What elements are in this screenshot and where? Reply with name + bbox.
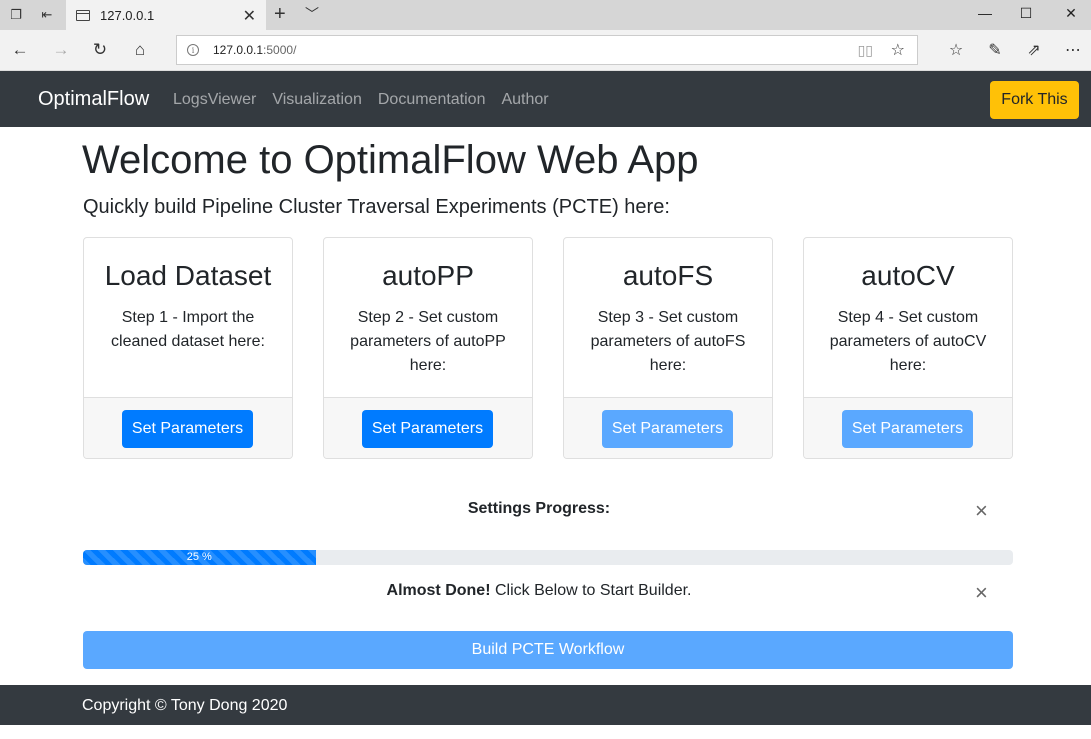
card-footer: Set Parameters <box>324 397 532 458</box>
home-icon[interactable]: ⌂ <box>129 39 151 61</box>
card-text: Step 4 - Set custom parameters of autoCV… <box>829 309 987 374</box>
card-title: Load Dataset <box>104 260 272 291</box>
settings-progress-bar: 25 % <box>83 550 1013 565</box>
card-text: Step 2 - Set custom parameters of autoPP… <box>350 309 506 374</box>
browser-tab[interactable]: 127.0.0.1 ✕ <box>66 0 266 30</box>
nav-links: LogsViewer Visualization Documentation A… <box>173 91 565 109</box>
page-title: Welcome to OptimalFlow Web App <box>82 138 699 182</box>
card-text: Step 3 - Set custom parameters of autoFS… <box>590 309 746 374</box>
fork-this-button[interactable]: Fork This <box>990 81 1079 119</box>
app-navbar: OptimalFlow LogsViewer Visualization Doc… <box>0 71 1091 127</box>
card-footer: Set Parameters <box>804 397 1012 458</box>
card-load-dataset: Load Dataset Step 1 - Import the cleaned… <box>83 237 293 459</box>
address-bar[interactable]: i 127.0.0.1:5000/ ▯▯ ☆ <box>176 35 918 65</box>
forward-icon[interactable]: → <box>50 39 72 61</box>
card-title: autoFS <box>622 260 714 291</box>
url-text[interactable]: 127.0.0.1:5000/ <box>213 43 296 57</box>
close-tab-icon[interactable]: ✕ <box>243 6 256 26</box>
card-title: autoCV <box>861 260 955 291</box>
set-parameters-button-autofs[interactable]: Set Parameters <box>602 410 733 448</box>
browser-tab-bar: ❐ ⇤ 127.0.0.1 ✕ + ﹀ — ☐ ✕ <box>0 0 1091 30</box>
card-text: Step 1 - Import the cleaned dataset here… <box>111 309 265 350</box>
share-icon[interactable]: ⇗ <box>1023 39 1045 61</box>
set-parameters-button-autopp[interactable]: Set Parameters <box>362 410 493 448</box>
url-host: 127.0.0.1 <box>213 43 264 57</box>
build-pcte-workflow-button[interactable]: Build PCTE Workflow <box>83 631 1013 669</box>
brand-logo-text[interactable]: OptimalFlow <box>38 88 149 111</box>
more-options-icon[interactable]: ⋯ <box>1062 39 1084 61</box>
favorites-list-icon[interactable]: ☆ <box>945 39 967 61</box>
tab-title: 127.0.0.1 <box>100 7 155 23</box>
nav-link-logsviewer[interactable]: LogsViewer <box>173 91 256 109</box>
favorite-star-icon[interactable]: ☆ <box>891 40 905 60</box>
refresh-icon[interactable]: ↻ <box>89 39 111 61</box>
close-alert-icon[interactable]: × <box>975 582 988 604</box>
card-autofs: autoFS Step 3 - Set custom parameters of… <box>563 237 773 459</box>
page-icon <box>76 9 90 21</box>
address-toolbar: ← → ↻ ⌂ i 127.0.0.1:5000/ ▯▯ ☆ ☆ ✎ ⇗ ⋯ <box>0 30 1091 71</box>
progress-fill: 25 % <box>83 550 316 565</box>
alert-text: Click Below to Start Builder. <box>490 582 692 599</box>
tab-actions-icon[interactable]: ❐ <box>6 5 26 25</box>
tab-preview-chevron-icon[interactable]: ﹀ <box>305 4 319 24</box>
settings-progress-label: Settings Progress: <box>467 500 611 517</box>
back-icon[interactable]: ← <box>9 39 31 61</box>
minimize-icon[interactable]: — <box>975 5 995 21</box>
nav-link-author[interactable]: Author <box>501 91 548 109</box>
card-autopp: autoPP Step 2 - Set custom parameters of… <box>323 237 533 459</box>
new-tab-icon[interactable]: + <box>274 3 286 26</box>
set-parameters-button-load-dataset[interactable]: Set Parameters <box>122 410 253 448</box>
page-subtitle: Quickly build Pipeline Cluster Traversal… <box>83 196 670 218</box>
almost-done-alert: Almost Done! Click Below to Start Builde… <box>0 582 1078 600</box>
nav-link-documentation[interactable]: Documentation <box>378 91 486 109</box>
set-parameters-button-autocv[interactable]: Set Parameters <box>842 410 973 448</box>
card-title: autoPP <box>382 260 474 291</box>
card-footer: Set Parameters <box>84 397 292 458</box>
site-info-icon[interactable]: i <box>187 44 199 56</box>
alert-strong-text: Almost Done! <box>386 582 491 599</box>
url-path: :5000/ <box>263 43 297 57</box>
nav-link-visualization[interactable]: Visualization <box>272 91 362 109</box>
close-progress-icon[interactable]: × <box>975 500 988 522</box>
reading-view-icon[interactable]: ▯▯ <box>858 42 873 59</box>
maximize-icon[interactable]: ☐ <box>1016 5 1036 22</box>
notes-pen-icon[interactable]: ✎ <box>984 39 1006 61</box>
copyright-text: Copyright © Tony Dong 2020 <box>82 697 288 714</box>
window-close-icon[interactable]: ✕ <box>1061 5 1081 22</box>
card-footer: Set Parameters <box>564 397 772 458</box>
set-tabs-aside-icon[interactable]: ⇤ <box>37 5 57 25</box>
page-footer: Copyright © Tony Dong 2020 <box>0 685 1091 725</box>
card-autocv: autoCV Step 4 - Set custom parameters of… <box>803 237 1013 459</box>
